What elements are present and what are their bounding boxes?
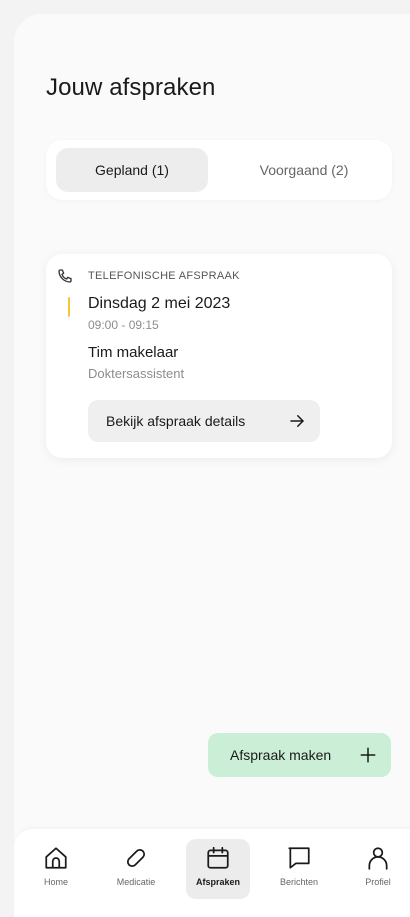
appointment-card[interactable]: TELEFONISCHE AFSPRAAK Dinsdag 2 mei 2023… (46, 254, 392, 458)
pill-icon (126, 848, 146, 868)
make-appointment-label: Afspraak maken (230, 747, 332, 763)
nav-home-label: Home (43, 877, 68, 887)
phone-icon (58, 269, 72, 283)
nav-home[interactable]: Home (24, 839, 88, 899)
accent-bar (68, 297, 70, 317)
nav-berichten[interactable]: Berichten (267, 839, 331, 899)
person-icon (368, 847, 388, 870)
arrow-right-icon (290, 415, 304, 427)
view-details-label: Bekijk afspraak details (106, 413, 246, 429)
nav-medicatie-label: Medicatie (116, 877, 156, 887)
home-icon (45, 847, 67, 869)
page-title: Jouw afspraken (46, 74, 216, 101)
appointment-tabs: Gepland (1) Voorgaand (2) (46, 140, 392, 200)
nav-afspraken[interactable]: Afspraken (186, 839, 250, 899)
appointment-date: Dinsdag 2 mei 2023 (88, 295, 231, 312)
tab-gepland[interactable]: Gepland (1) (56, 148, 208, 192)
nav-profiel-label: Profiel (365, 877, 391, 887)
tab-voorgaand[interactable]: Voorgaand (2) (224, 148, 384, 192)
calendar-icon (207, 846, 229, 869)
make-appointment-button[interactable]: Afspraak maken (208, 733, 391, 777)
nav-berichten-label: Berichten (279, 877, 319, 887)
appointment-role: Doktersassistent (88, 366, 185, 381)
view-details-button[interactable]: Bekijk afspraak details (88, 400, 320, 442)
message-icon (288, 847, 310, 869)
nav-medicatie[interactable]: Medicatie (104, 839, 168, 899)
appointment-person: Tim makelaar (88, 344, 179, 361)
appointment-time: 09:00 - 09:15 (88, 318, 159, 332)
nav-afspraken-label: Afspraken (195, 877, 240, 887)
app-screen: Jouw afspraken Gepland (1) Voorgaand (2)… (14, 14, 410, 917)
plus-icon (360, 747, 376, 763)
nav-profiel[interactable]: Profiel (346, 839, 410, 899)
appointment-type: TELEFONISCHE AFSPRAAK (88, 270, 240, 282)
bottom-navigation: Home Medicatie Afspraken Berichten Profi… (14, 829, 410, 917)
